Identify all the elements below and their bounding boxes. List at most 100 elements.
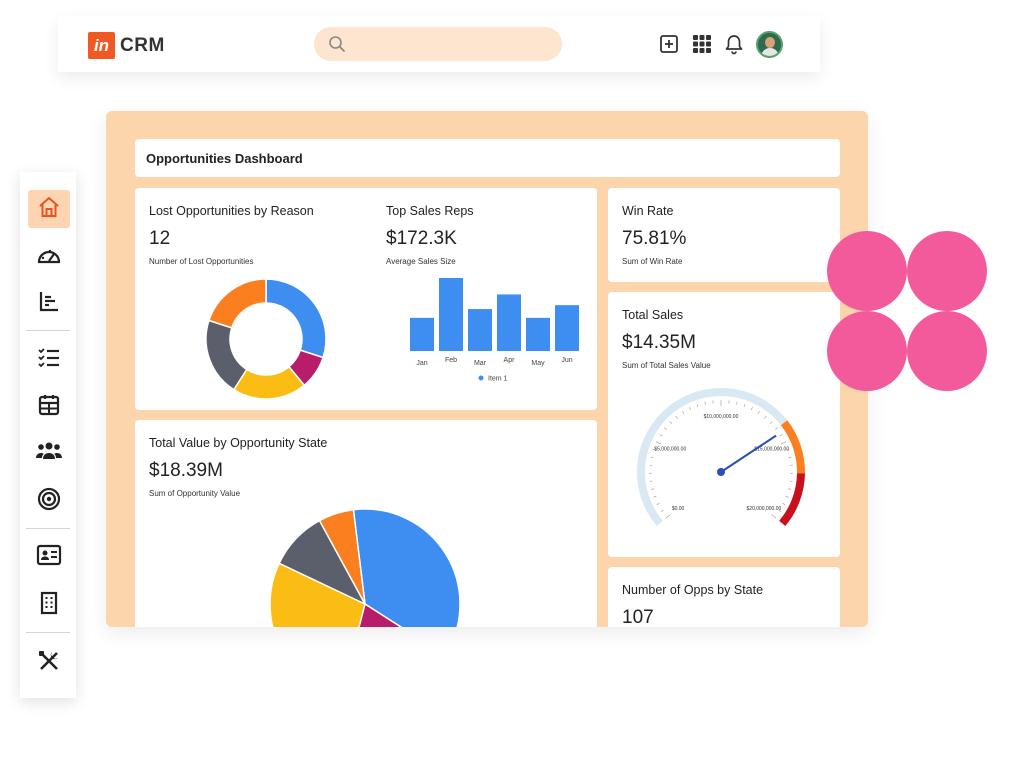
calendar-icon [37, 393, 61, 422]
lost-title: Lost Opportunities by Reason [149, 204, 314, 218]
card-total-sales: Total Sales $14.35M Sum of Total Sales V… [608, 292, 840, 557]
contacts-icon [35, 439, 63, 468]
sidebar-item-goals[interactable] [28, 482, 70, 520]
gauge-band-normal [637, 388, 788, 526]
home-icon [37, 195, 61, 224]
sidebar-item-reports[interactable] [28, 284, 70, 322]
bell-icon[interactable] [724, 34, 744, 60]
building-icon [38, 591, 60, 620]
top-reps-value: $172.3K [386, 228, 457, 249]
avatar-body [761, 48, 779, 56]
lost-donut-chart [205, 278, 327, 400]
gauge-tick [682, 411, 685, 414]
avatar-face [765, 37, 775, 48]
x-tick-label: Jan [416, 360, 427, 367]
reports-icon [37, 289, 61, 318]
win-rate-subtitle: Sum of Win Rate [622, 257, 683, 266]
gauge-tick [669, 421, 672, 424]
apps-grid-icon[interactable] [692, 34, 712, 59]
sidebar-item-calendar[interactable] [28, 388, 70, 426]
decorative-circle [907, 231, 987, 311]
decorative-circle [827, 231, 907, 311]
sidebar-item-tasks[interactable] [28, 340, 70, 378]
pie-slice [265, 278, 327, 359]
gauge-tick [770, 421, 773, 424]
x-tick-label: Apr [504, 357, 516, 364]
total-value-title: Total Value by Opportunity State [149, 436, 328, 450]
gauge-tick-label: $5,000,000.00 [654, 446, 686, 452]
sidebar-item-cards[interactable] [28, 538, 70, 576]
card-opps-by-state: Number of Opps by State 107 [608, 567, 840, 627]
sidebar-item-contacts[interactable] [28, 434, 70, 472]
sidebar-item-tools[interactable] [28, 644, 70, 682]
total-value-value: $18.39M [149, 460, 223, 481]
gauge-tick [656, 503, 660, 505]
gauge-tick-label: $20,000,000.00 [747, 506, 782, 512]
search-icon [328, 35, 346, 58]
bar [526, 317, 550, 351]
gauge-tick [664, 427, 667, 430]
pie-slice [205, 319, 248, 391]
pie-slice [207, 278, 267, 329]
gauge-tick [782, 503, 786, 505]
legend-swatch [478, 375, 484, 381]
sidebar-divider [26, 528, 70, 529]
gauge-tick [771, 514, 777, 519]
top-reps-subtitle: Average Sales Size [386, 257, 456, 266]
gauge-tick [650, 456, 654, 458]
top-reps-bar-chart: Jan Feb Mar Apr May Jun Item 1 [410, 278, 579, 383]
x-tick-label: Mar [474, 360, 487, 367]
gauge-tick [696, 404, 699, 408]
bar [468, 309, 492, 351]
add-icon[interactable] [659, 34, 679, 59]
gauge-tick [660, 509, 664, 512]
sidebar-divider [26, 632, 70, 633]
opps-state-title: Number of Opps by State [622, 583, 764, 597]
total-sales-value: $14.35M [622, 332, 696, 353]
app-name: CRM [120, 35, 165, 56]
dashboard-gauge-icon [36, 243, 62, 272]
bar [439, 278, 463, 351]
opps-state-value: 107 [622, 607, 654, 627]
search-input[interactable] [314, 27, 562, 61]
card-win-rate: Win Rate 75.81% Sum of Win Rate [608, 188, 840, 282]
gauge-tick-label: $0.00 [672, 506, 685, 512]
decorative-circle [827, 311, 907, 391]
gauge-tick [675, 415, 678, 419]
user-avatar[interactable] [756, 31, 783, 58]
dashboard-frame: Opportunities Dashboard Lost Opportuniti… [106, 111, 868, 627]
total-sales-gauge: $0.00$5,000,000.00$10,000,000.00$15,000,… [637, 388, 805, 526]
sidebar-item-companies[interactable] [28, 586, 70, 624]
sidebar-item-dashboards[interactable] [28, 238, 70, 276]
total-value-subtitle: Sum of Opportunity Value [149, 489, 241, 498]
bar [555, 305, 579, 351]
gauge-band-danger [779, 473, 805, 526]
app-logo[interactable]: in [88, 32, 115, 59]
gauge-tick [659, 434, 663, 437]
decorative-circle [907, 311, 987, 391]
x-tick-label: Feb [445, 357, 457, 364]
sidebar-divider [26, 330, 70, 331]
win-rate-title: Win Rate [622, 204, 674, 218]
sidebar-item-home[interactable] [28, 190, 70, 228]
legend-label: Item 1 [488, 376, 508, 383]
gauge-tick [775, 427, 778, 430]
gauge-tick [780, 441, 787, 445]
gauge-tick [704, 401, 706, 405]
gauge-tick [655, 441, 662, 445]
gauge-tick [651, 488, 655, 490]
gauge-tick [779, 434, 783, 437]
gauge-tick [787, 488, 791, 490]
tasks-icon [37, 345, 61, 374]
dashboard-title: Opportunities Dashboard [146, 151, 303, 166]
gauge-tick-label: $10,000,000.00 [704, 414, 739, 420]
gauge-tick [689, 407, 692, 411]
total-sales-subtitle: Sum of Total Sales Value [622, 361, 711, 370]
gauge-tick [764, 415, 767, 419]
tools-icon [37, 649, 61, 678]
gauge-tick [785, 495, 789, 498]
gauge-tick [788, 456, 792, 458]
gauge-tick [653, 495, 657, 498]
x-tick-label: May [531, 360, 545, 367]
total-sales-title: Total Sales [622, 308, 684, 322]
